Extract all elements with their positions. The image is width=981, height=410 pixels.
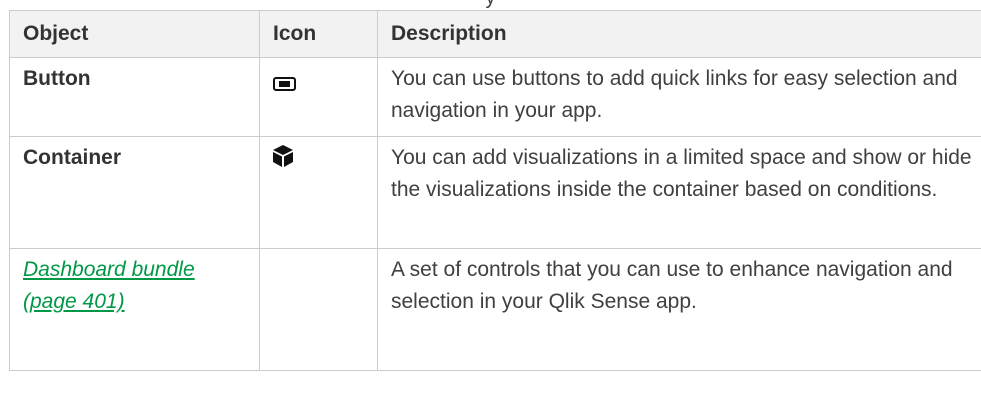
header-description: Description: [377, 10, 981, 58]
clipped-heading-fragment: y: [0, 0, 981, 8]
header-icon: Icon: [259, 10, 378, 58]
object-description: You can add visualizations in a limited …: [377, 136, 981, 249]
table-header-row: Object Icon Description: [9, 10, 981, 58]
button-icon: [273, 69, 296, 101]
icon-cell: [259, 248, 378, 371]
object-name-container: Container: [9, 136, 260, 249]
table-row: Dashboard bundle (page 401) A set of con…: [9, 248, 981, 371]
object-name-dashboard-bundle: Dashboard bundle (page 401): [9, 248, 260, 371]
objects-table: Object Icon Description Button You can u…: [9, 10, 981, 371]
icon-cell: [259, 136, 378, 249]
table-row: Button You can use buttons to add quick …: [9, 57, 981, 137]
object-description: A set of controls that you can use to en…: [377, 248, 981, 371]
dashboard-bundle-link[interactable]: Dashboard bundle (page 401): [23, 258, 195, 313]
icon-cell: [259, 57, 378, 137]
table-row: Container You can add visualizations in …: [9, 136, 981, 249]
container-cube-icon: [273, 145, 293, 177]
header-object: Object: [9, 10, 260, 58]
object-description: You can use buttons to add quick links f…: [377, 57, 981, 137]
object-name-button: Button: [9, 57, 260, 137]
